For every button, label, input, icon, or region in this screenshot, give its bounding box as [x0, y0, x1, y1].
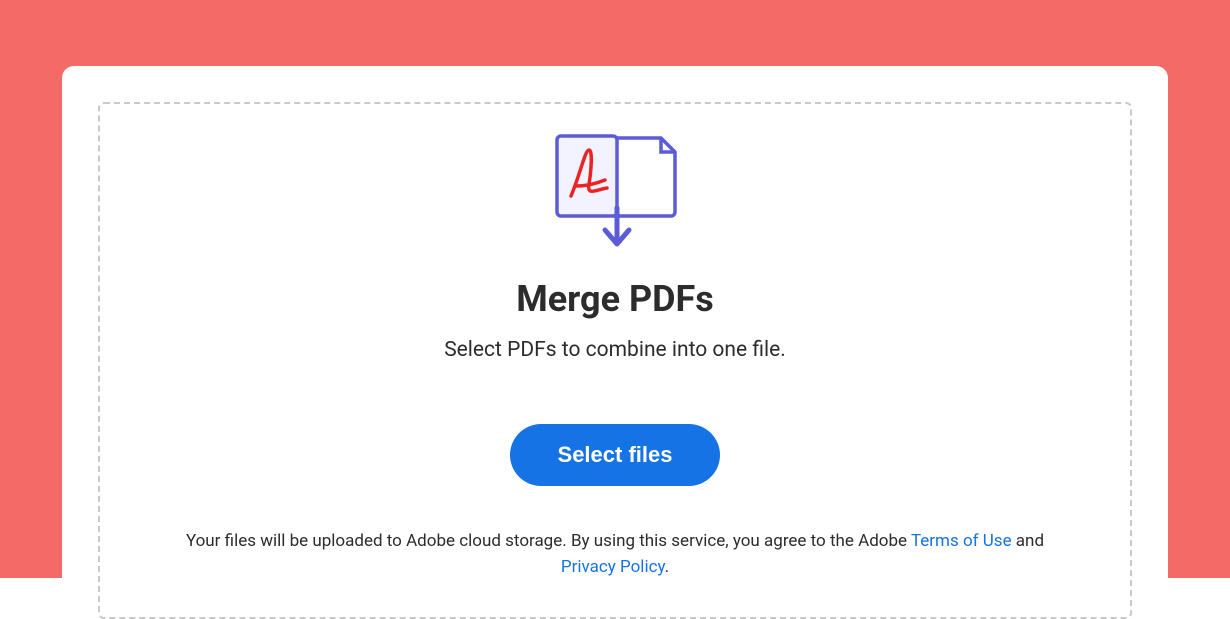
- legal-post: .: [665, 557, 669, 577]
- page-title: Merge PDFs: [516, 278, 714, 320]
- merge-pdf-icon: [545, 130, 685, 250]
- legal-pre: Your files will be uploaded to Adobe clo…: [186, 531, 911, 551]
- legal-text: Your files will be uploaded to Adobe clo…: [165, 528, 1065, 581]
- legal-mid: and: [1012, 531, 1044, 551]
- select-files-button[interactable]: Select files: [510, 424, 721, 486]
- privacy-policy-link[interactable]: Privacy Policy: [561, 557, 665, 577]
- card-container: Merge PDFs Select PDFs to combine into o…: [62, 66, 1168, 619]
- terms-of-use-link[interactable]: Terms of Use: [911, 531, 1012, 551]
- page-background: Merge PDFs Select PDFs to combine into o…: [0, 0, 1230, 619]
- page-subtitle: Select PDFs to combine into one file.: [444, 338, 786, 362]
- dropzone[interactable]: Merge PDFs Select PDFs to combine into o…: [98, 102, 1132, 619]
